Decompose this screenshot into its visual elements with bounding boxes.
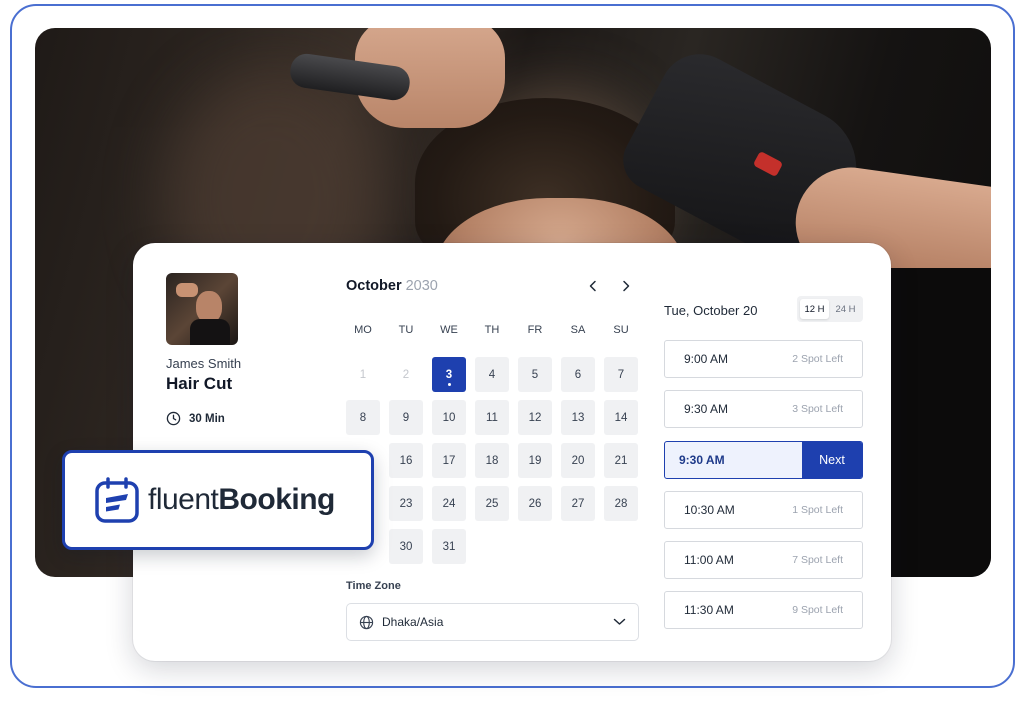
calendar-logo-icon: [95, 477, 139, 523]
format-option-12h[interactable]: 12 H: [800, 299, 829, 319]
calendar-day-17[interactable]: 17: [432, 443, 466, 478]
calendar-grid: 1 2 3 4 5 6 7 8 9 10 11 12 13 14 16 17 18 19 20 21 23 24 25 26 2…: [346, 357, 638, 564]
weekday-fr: FR: [527, 324, 543, 336]
weekday-th: TH: [484, 324, 500, 336]
calendar-day-19[interactable]: 19: [518, 443, 552, 478]
next-month-button[interactable]: [616, 276, 636, 296]
calendar-day-16[interactable]: 16: [389, 443, 423, 478]
calendar-day-25[interactable]: 25: [475, 486, 509, 521]
calendar-day-6[interactable]: 6: [561, 357, 595, 392]
host-avatar: [166, 273, 238, 345]
avatar-hand: [176, 283, 198, 297]
timezone-label: Time Zone: [346, 580, 401, 592]
calendar-year: 2030: [405, 278, 438, 294]
clock-icon: [166, 411, 181, 426]
duration-label: 30 Min: [189, 412, 225, 425]
time-format-toggle: 12 H 24 H: [797, 296, 863, 322]
slot-spots-left: 1 Spot Left: [792, 503, 843, 516]
calendar-day-7[interactable]: 7: [604, 357, 638, 392]
chevron-left-icon: [589, 280, 596, 292]
next-button[interactable]: Next: [802, 441, 862, 478]
slot-spots-left: 9 Spot Left: [792, 604, 843, 617]
slot-spots-left: 7 Spot Left: [792, 554, 843, 567]
calendar-day-31[interactable]: 31: [432, 529, 466, 564]
weekday-we: WE: [440, 324, 458, 336]
calendar-day-8[interactable]: 8: [346, 400, 380, 435]
time-slot[interactable]: 9:30 AM 3 Spot Left: [664, 390, 863, 429]
calendar-day-28[interactable]: 28: [604, 486, 638, 521]
calendar-day-24[interactable]: 24: [432, 486, 466, 521]
format-option-24h[interactable]: 24 H: [831, 299, 860, 319]
brand-light: fluent: [148, 483, 219, 516]
slot-spots-left: 2 Spot Left: [792, 353, 843, 365]
calendar-day-26[interactable]: 26: [518, 486, 552, 521]
weekday-sa: SA: [570, 324, 586, 336]
calendar-day-1: 1: [359, 368, 367, 381]
weekday-header: MO TU WE TH FR SA SU: [346, 324, 638, 336]
chevron-right-icon: [623, 280, 630, 292]
calendar-day-5[interactable]: 5: [518, 357, 552, 392]
slot-time: 9:30 AM: [684, 402, 729, 417]
slot-time: 9:30 AM: [679, 452, 725, 467]
timezone-select[interactable]: Dhaka/Asia: [346, 603, 639, 641]
time-slot-selected[interactable]: 9:30 AM Next: [664, 440, 863, 479]
calendar-day-30[interactable]: 30: [389, 529, 423, 564]
time-slot[interactable]: 9:00 AM 2 Spot Left: [664, 340, 863, 378]
timezone-value: Dhaka/Asia: [382, 615, 444, 629]
weekday-su: SU: [613, 324, 629, 336]
calendar-day-27[interactable]: 27: [561, 486, 595, 521]
calendar-day-23[interactable]: 23: [389, 486, 423, 521]
slot-time: 11:00 AM: [684, 553, 734, 568]
duration-info: 30 Min: [166, 411, 225, 426]
brand-bold: Booking: [218, 483, 335, 516]
time-slot[interactable]: 11:30 AM 9 Spot Left: [664, 591, 863, 630]
calendar-day-3[interactable]: 3: [432, 357, 466, 392]
slot-time: 10:30 AM: [684, 502, 735, 517]
weekday-tu: TU: [398, 324, 414, 336]
slot-spots-left: 3 Spot Left: [792, 403, 843, 416]
chevron-down-icon: [613, 618, 626, 625]
calendar-day-20[interactable]: 20: [561, 443, 595, 478]
prev-month-button[interactable]: [583, 276, 603, 296]
calendar-day-12[interactable]: 12: [518, 400, 552, 435]
slot-time: 11:30 AM: [684, 603, 734, 618]
time-slot-list: 9:00 AM 2 Spot Left 9:30 AM 3 Spot Left 9:30…: [664, 340, 863, 642]
calendar-month-title: October 2030: [346, 278, 438, 294]
time-slot[interactable]: 10:30 AM 1 Spot Left: [664, 490, 863, 529]
brand-wordmark: fluentBooking: [148, 483, 335, 517]
host-name: James Smith: [166, 356, 242, 371]
selected-date-label: Tue, October 20: [664, 303, 758, 318]
calendar-day-11[interactable]: 11: [475, 400, 509, 435]
calendar-day-18[interactable]: 18: [475, 443, 509, 478]
calendar-day-14[interactable]: 14: [604, 400, 638, 435]
calendar-month: October: [346, 278, 402, 294]
fluentbooking-logo: fluentBooking: [62, 450, 374, 550]
calendar-day-2: 2: [402, 368, 410, 381]
calendar-day-10[interactable]: 10: [432, 400, 466, 435]
service-title: Hair Cut: [166, 374, 233, 393]
time-slot[interactable]: 11:00 AM 7 Spot Left: [664, 541, 863, 580]
weekday-mo: MO: [354, 324, 372, 336]
slot-time: 9:00 AM: [684, 352, 729, 366]
calendar-day-13[interactable]: 13: [561, 400, 595, 435]
calendar-day-9[interactable]: 9: [389, 400, 423, 435]
globe-icon: [359, 615, 374, 629]
calendar-day-4[interactable]: 4: [475, 357, 509, 392]
avatar-body: [190, 319, 230, 345]
calendar-day-21[interactable]: 21: [604, 443, 638, 478]
